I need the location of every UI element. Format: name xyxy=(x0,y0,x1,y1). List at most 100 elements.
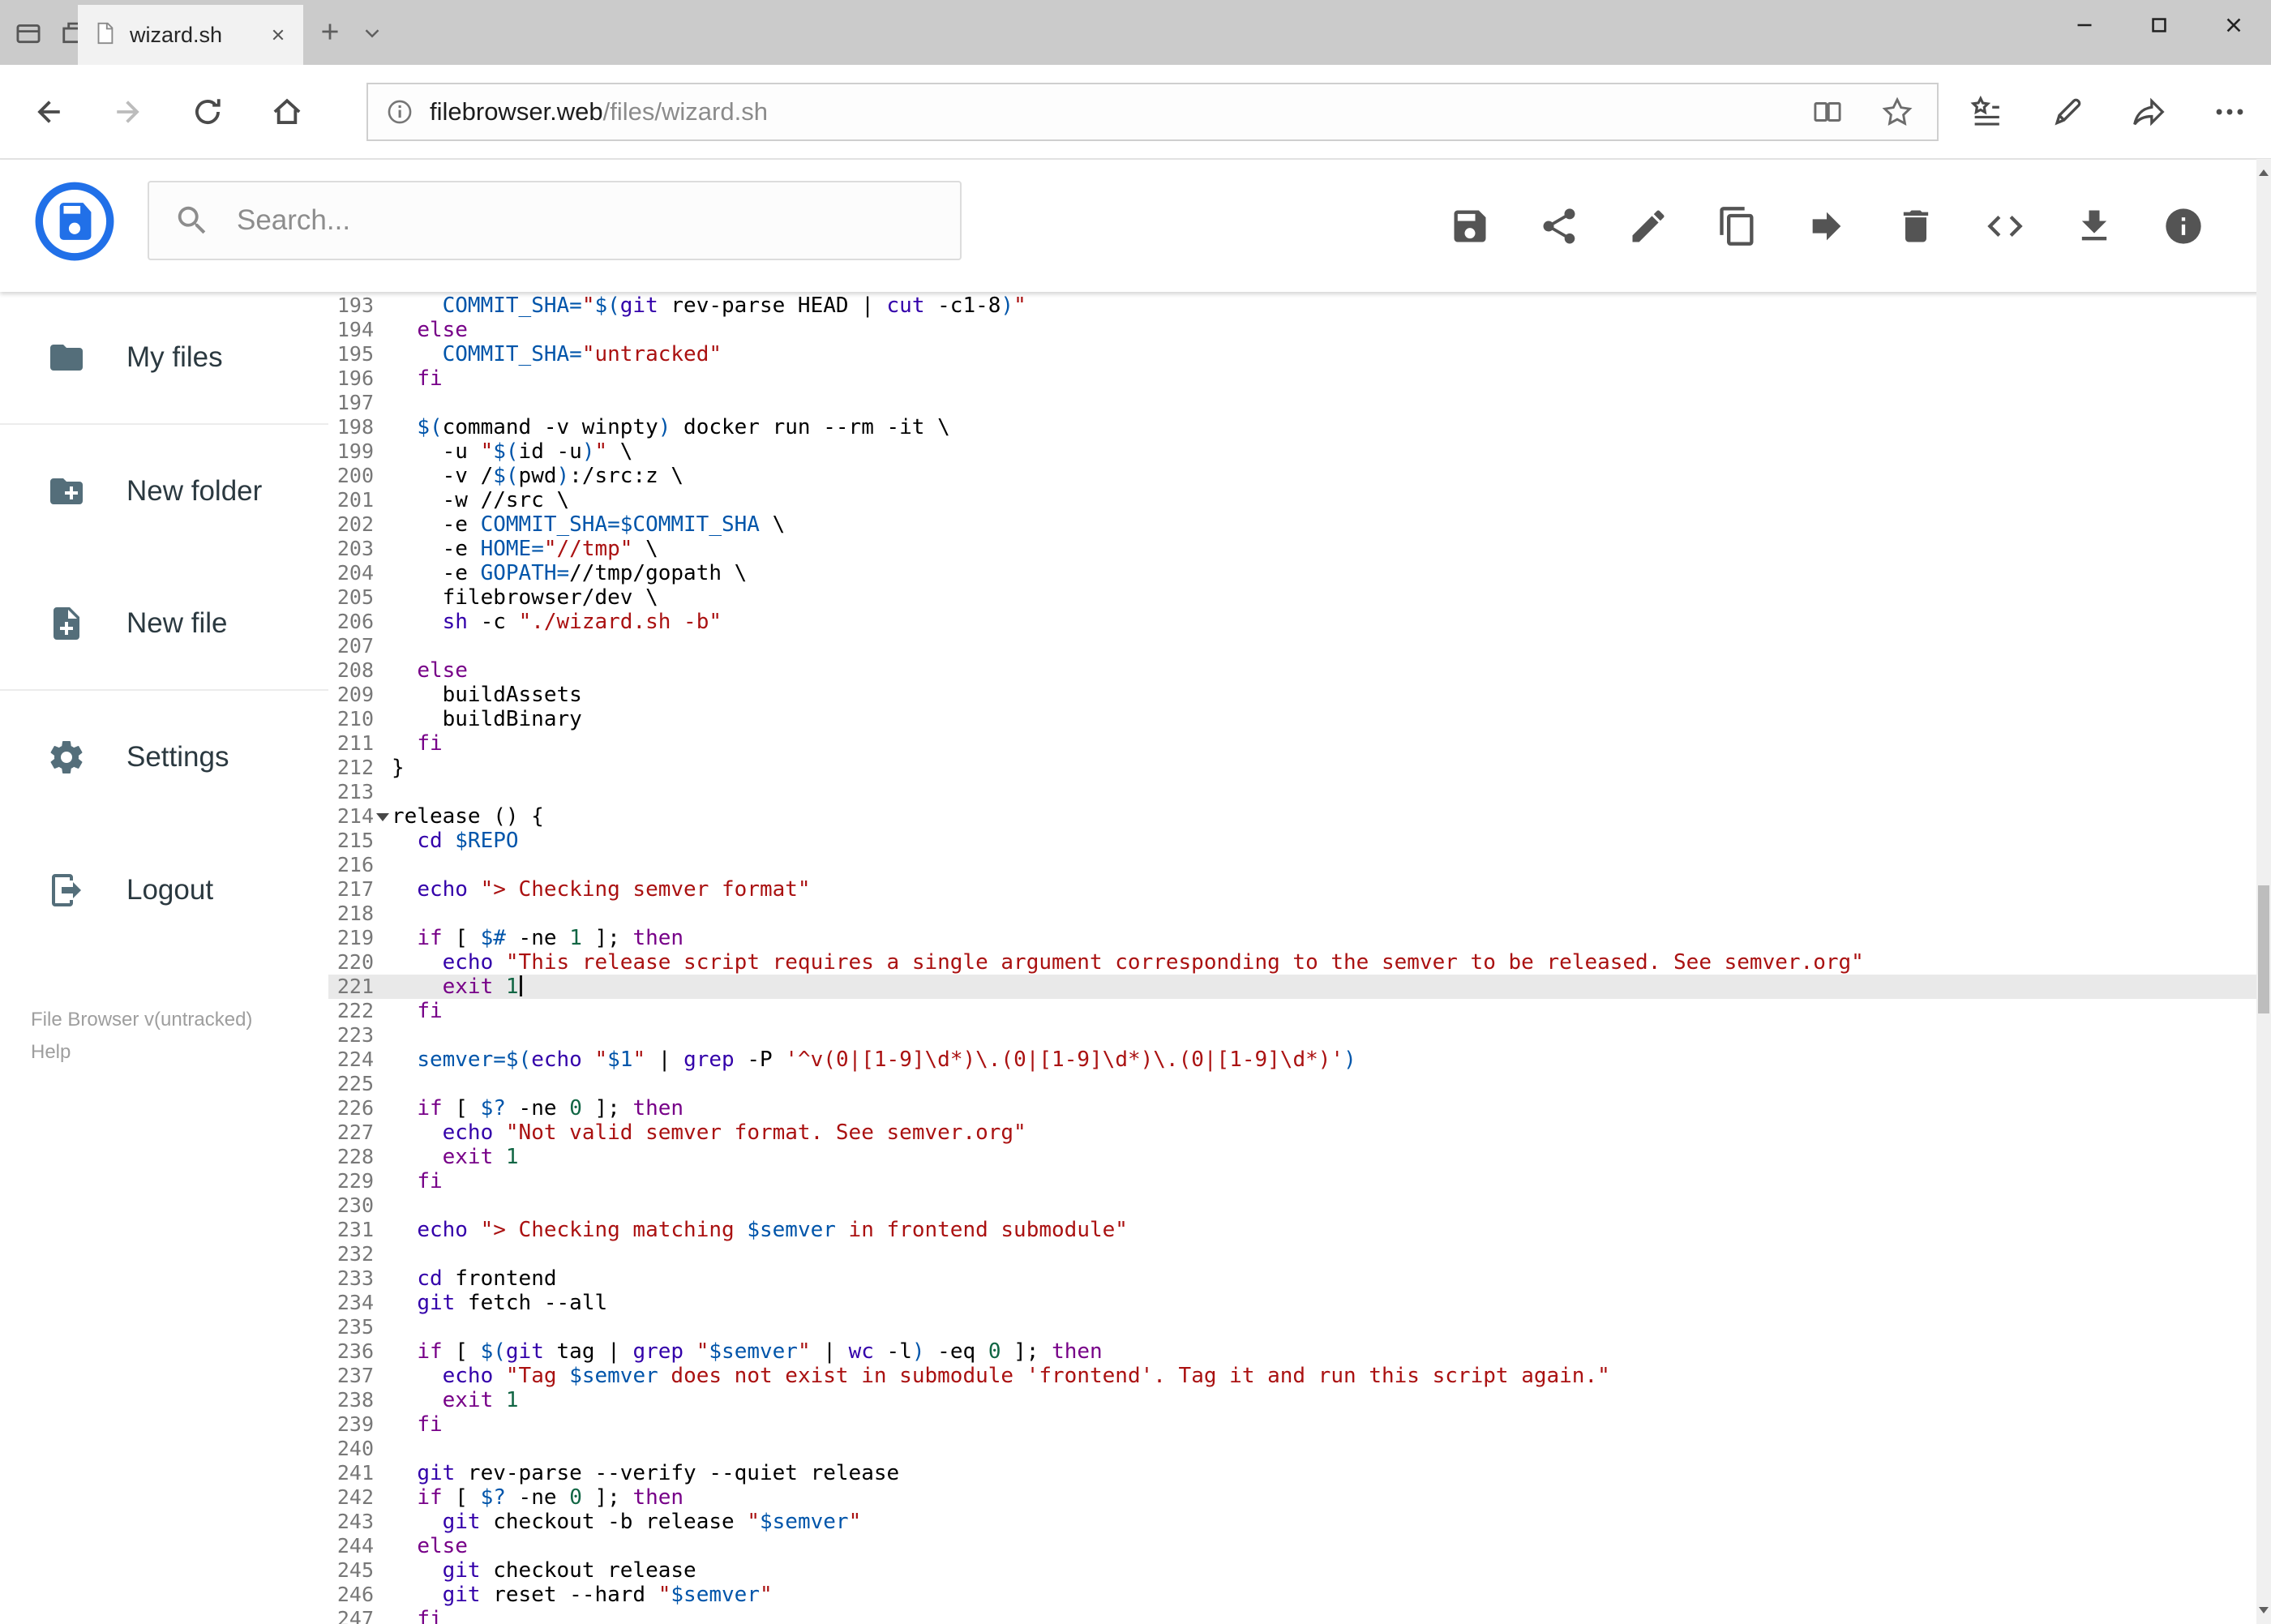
code-line[interactable]: 245 git checkout release xyxy=(328,1558,2256,1583)
code-line[interactable]: 244 else xyxy=(328,1534,2256,1558)
favorite-star-icon[interactable] xyxy=(1880,95,1914,129)
share-icon[interactable] xyxy=(2130,93,2167,131)
code-line[interactable]: 238 exit 1 xyxy=(328,1388,2256,1412)
download-icon[interactable] xyxy=(2073,205,2115,247)
code-line[interactable]: 195 COMMIT_SHA="untracked" xyxy=(328,342,2256,366)
copy-icon[interactable] xyxy=(1716,205,1759,247)
code-line[interactable]: 215 cd $REPO xyxy=(328,829,2256,853)
code-line[interactable]: 231 echo "> Checking matching $semver in… xyxy=(328,1218,2256,1242)
code-line[interactable]: 194 else xyxy=(328,318,2256,342)
code-line[interactable]: 207 xyxy=(328,634,2256,658)
code-line[interactable]: 236 if [ $(git tag | grep "$semver" | wc… xyxy=(328,1339,2256,1364)
code-line[interactable]: 212} xyxy=(328,756,2256,780)
code-line[interactable]: 232 xyxy=(328,1242,2256,1266)
code-line[interactable]: 230 xyxy=(328,1193,2256,1218)
code-line[interactable]: 226 if [ $? -ne 0 ]; then xyxy=(328,1096,2256,1121)
code-line[interactable]: 201 -w //src \ xyxy=(328,488,2256,512)
tab-preview-chevron-icon[interactable] xyxy=(358,21,386,45)
code-line[interactable]: 199 -u "$(id -u)" \ xyxy=(328,439,2256,464)
code-line[interactable]: 221 exit 1 xyxy=(328,975,2256,999)
code-line[interactable]: 220 echo "This release script requires a… xyxy=(328,950,2256,975)
scrollbar-thumb[interactable] xyxy=(2258,885,2269,1013)
scroll-up-icon[interactable] xyxy=(2256,159,2271,186)
code-line[interactable]: 223 xyxy=(328,1023,2256,1048)
share-file-icon[interactable] xyxy=(1538,205,1580,247)
info-icon[interactable] xyxy=(2162,205,2205,247)
code-line[interactable]: 202 -e COMMIT_SHA=$COMMIT_SHA \ xyxy=(328,512,2256,537)
refresh-icon[interactable] xyxy=(183,88,232,136)
code-line[interactable]: 200 -v /$(pwd):/src:z \ xyxy=(328,464,2256,488)
search-input[interactable] xyxy=(237,204,936,237)
code-line[interactable]: 247 fi xyxy=(328,1607,2256,1624)
code-text: else xyxy=(417,658,468,683)
sidebar-item-settings[interactable]: Settings xyxy=(0,691,328,824)
code-line[interactable]: 228 exit 1 xyxy=(328,1145,2256,1169)
code-line[interactable]: 229 fi xyxy=(328,1169,2256,1193)
scroll-down-icon[interactable] xyxy=(2256,1596,2271,1624)
code-line[interactable]: 193 COMMIT_SHA="$(git rev-parse HEAD | c… xyxy=(328,294,2256,318)
minimize-button[interactable] xyxy=(2047,0,2122,50)
tab-close-icon[interactable] xyxy=(268,24,289,45)
code-line[interactable]: 219 if [ $# -ne 1 ]; then xyxy=(328,926,2256,950)
code-line[interactable]: 243 git checkout -b release "$semver" xyxy=(328,1510,2256,1534)
sidebar-item-new-folder[interactable]: New folder xyxy=(0,425,328,558)
code-line[interactable]: 203 -e HOME="//tmp" \ xyxy=(328,537,2256,561)
code-line[interactable]: 205 filebrowser/dev \ xyxy=(328,585,2256,610)
reading-view-icon[interactable] xyxy=(1810,95,1845,129)
more-ellipsis-icon[interactable] xyxy=(2211,93,2248,131)
code-line[interactable]: 196 fi xyxy=(328,366,2256,391)
code-line[interactable]: 216 xyxy=(328,853,2256,877)
filebrowser-logo[interactable] xyxy=(34,181,115,262)
code-editor[interactable]: 193 COMMIT_SHA="$(git rev-parse HEAD | c… xyxy=(328,292,2256,1624)
save-icon[interactable] xyxy=(1449,205,1491,247)
code-line[interactable]: 211 fi xyxy=(328,731,2256,756)
code-line[interactable]: 222 fi xyxy=(328,999,2256,1023)
code-line[interactable]: 209 buildAssets xyxy=(328,683,2256,707)
maximize-button[interactable] xyxy=(2122,0,2196,50)
set-tabs-aside-icon[interactable] xyxy=(13,18,44,49)
sidebar-item-new-file[interactable]: New file xyxy=(0,558,328,691)
forward-icon[interactable] xyxy=(104,88,152,136)
code-line[interactable]: 206 sh -c "./wizard.sh -b" xyxy=(328,610,2256,634)
code-line[interactable]: 227 echo "Not valid semver format. See s… xyxy=(328,1121,2256,1145)
raw-editor-code-icon[interactable] xyxy=(1984,205,2026,247)
code-line[interactable]: 218 xyxy=(328,902,2256,926)
code-line[interactable]: 225 xyxy=(328,1072,2256,1096)
site-info-icon[interactable] xyxy=(384,96,415,127)
sidebar-item-logout[interactable]: Logout xyxy=(0,824,328,957)
tab-wizard-sh[interactable]: wizard.sh xyxy=(78,5,303,65)
help-link[interactable]: Help xyxy=(31,1036,328,1069)
code-line[interactable]: 204 -e GOPATH=//tmp/gopath \ xyxy=(328,561,2256,585)
code-line[interactable]: 235 xyxy=(328,1315,2256,1339)
code-line[interactable]: 237 echo "Tag $semver does not exist in … xyxy=(328,1364,2256,1388)
fold-marker-icon[interactable] xyxy=(374,804,392,829)
code-line[interactable]: 213 xyxy=(328,780,2256,804)
settings-gear-icon xyxy=(50,741,83,773)
code-line[interactable]: 198 $(command -v winpty) docker run --rm… xyxy=(328,415,2256,439)
code-line[interactable]: 239 fi xyxy=(328,1412,2256,1437)
new-tab-button[interactable] xyxy=(316,18,344,45)
code-line[interactable]: 210 buildBinary xyxy=(328,707,2256,731)
code-line[interactable]: 246 git reset --hard "$semver" xyxy=(328,1583,2256,1607)
vertical-scrollbar[interactable] xyxy=(2256,159,2271,1624)
hub-favorites-icon[interactable] xyxy=(1968,93,2005,131)
web-note-pen-icon[interactable] xyxy=(2049,93,2086,131)
move-arrow-icon[interactable] xyxy=(1806,205,1848,247)
sidebar-item-my-files[interactable]: My files xyxy=(0,292,328,425)
close-window-button[interactable] xyxy=(2196,0,2271,50)
code-line[interactable]: 208 else xyxy=(328,658,2256,683)
code-line[interactable]: 214 release () { xyxy=(328,804,2256,829)
code-line[interactable]: 197 xyxy=(328,391,2256,415)
rename-pencil-icon[interactable] xyxy=(1627,205,1669,247)
code-line[interactable]: 240 xyxy=(328,1437,2256,1461)
url-field[interactable]: filebrowser.web/files/wizard.sh xyxy=(366,83,1939,141)
home-icon[interactable] xyxy=(263,88,311,136)
code-line[interactable]: 224 semver=$(echo "$1" | grep -P '^v(0|[… xyxy=(328,1048,2256,1072)
back-icon[interactable] xyxy=(24,88,73,136)
code-line[interactable]: 234 git fetch --all xyxy=(328,1291,2256,1315)
delete-trash-icon[interactable] xyxy=(1895,205,1937,247)
code-line[interactable]: 217 echo "> Checking semver format" xyxy=(328,877,2256,902)
code-line[interactable]: 242 if [ $? -ne 0 ]; then xyxy=(328,1485,2256,1510)
code-line[interactable]: 233 cd frontend xyxy=(328,1266,2256,1291)
code-line[interactable]: 241 git rev-parse --verify --quiet relea… xyxy=(328,1461,2256,1485)
